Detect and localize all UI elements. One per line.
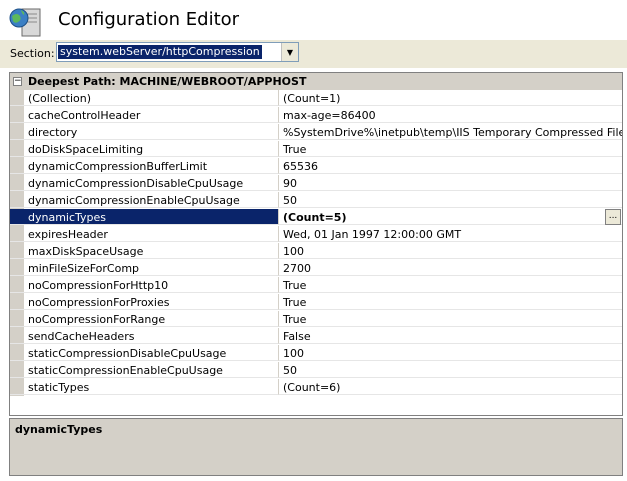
property-value[interactable]: 100 (279, 345, 622, 361)
property-name[interactable]: cacheControlHeader (10, 107, 279, 123)
property-rows: (Collection) (Count=1) cacheControlHeader m… (10, 90, 622, 396)
property-row[interactable]: directory %SystemDrive%\inetpub\temp\IIS … (10, 124, 622, 141)
property-value[interactable]: (Count=6) (279, 379, 622, 395)
property-row[interactable]: dynamicCompressionDisableCpuUsage 90 (10, 175, 622, 192)
property-name[interactable]: staticCompressionDisableCpuUsage (10, 345, 279, 361)
property-value[interactable]: True (279, 294, 622, 310)
iis-globe-server-icon (9, 8, 41, 37)
section-dropdown[interactable]: system.webServer/httpCompression ▼ (56, 42, 299, 62)
property-value[interactable]: False (279, 328, 622, 344)
property-value[interactable]: 2700 (279, 260, 622, 276)
property-row[interactable]: minFileSizeForComp 2700 (10, 260, 622, 277)
property-name[interactable]: directory (10, 124, 279, 140)
property-name[interactable]: minFileSizeForComp (10, 260, 279, 276)
property-row[interactable]: staticCompressionEnableCpuUsage 50 (10, 362, 622, 379)
header: Configuration Editor (0, 0, 627, 40)
property-row[interactable]: staticTypes (Count=6) (10, 379, 622, 396)
property-value[interactable]: True (279, 311, 622, 327)
property-value[interactable]: Wed, 01 Jan 1997 12:00:00 GMT (279, 226, 622, 242)
property-row[interactable]: dynamicTypes (Count=5)... (10, 209, 622, 226)
property-name[interactable]: noCompressionForHttp10 (10, 277, 279, 293)
property-value[interactable]: 50 (279, 192, 622, 208)
property-value[interactable]: True (279, 277, 622, 293)
property-name[interactable]: staticCompressionEnableCpuUsage (10, 362, 279, 378)
property-value[interactable]: True (279, 141, 622, 157)
property-row[interactable]: noCompressionForProxies True (10, 294, 622, 311)
chevron-down-icon[interactable]: ▼ (281, 43, 298, 61)
property-name[interactable]: sendCacheHeaders (10, 328, 279, 344)
property-value[interactable]: 90 (279, 175, 622, 191)
property-name[interactable]: dynamicTypes (10, 209, 279, 225)
property-row[interactable]: expiresHeader Wed, 01 Jan 1997 12:00:00 G… (10, 226, 622, 243)
ellipsis-button[interactable]: ... (605, 209, 621, 225)
property-value[interactable]: %SystemDrive%\inetpub\temp\IIS Temporary… (279, 124, 622, 140)
property-row[interactable]: cacheControlHeader max-age=86400 (10, 107, 622, 124)
property-name[interactable]: dynamicCompressionDisableCpuUsage (10, 175, 279, 191)
property-row[interactable]: staticCompressionDisableCpuUsage 100 (10, 345, 622, 362)
property-name[interactable]: (Collection) (10, 90, 279, 106)
property-value[interactable]: 50 (279, 362, 622, 378)
property-row[interactable]: dynamicCompressionBufferLimit 65536 (10, 158, 622, 175)
property-grid: − Deepest Path: MACHINE/WEBROOT/APPHOST … (9, 72, 623, 416)
property-value[interactable]: 100 (279, 243, 622, 259)
property-row[interactable]: dynamicCompressionEnableCpuUsage 50 (10, 192, 622, 209)
property-row[interactable]: doDiskSpaceLimiting True (10, 141, 622, 158)
property-name[interactable]: dynamicCompressionEnableCpuUsage (10, 192, 279, 208)
property-row[interactable]: sendCacheHeaders False (10, 328, 622, 345)
property-value[interactable]: 65536 (279, 158, 622, 174)
property-row[interactable]: maxDiskSpaceUsage 100 (10, 243, 622, 260)
collapse-icon[interactable]: − (13, 77, 22, 86)
property-name[interactable]: doDiskSpaceLimiting (10, 141, 279, 157)
property-name[interactable]: staticTypes (10, 379, 279, 395)
property-name[interactable]: expiresHeader (10, 226, 279, 242)
property-row[interactable]: noCompressionForRange True (10, 311, 622, 328)
property-name[interactable]: dynamicCompressionBufferLimit (10, 158, 279, 174)
property-value[interactable]: (Count=5) (279, 209, 622, 225)
grid-category-header: − Deepest Path: MACHINE/WEBROOT/APPHOST (10, 73, 622, 90)
description-title: dynamicTypes (15, 423, 103, 436)
property-row[interactable]: noCompressionForHttp10 True (10, 277, 622, 294)
property-row[interactable]: (Collection) (Count=1) (10, 90, 622, 107)
section-label: Section: (10, 47, 55, 60)
property-name[interactable]: noCompressionForRange (10, 311, 279, 327)
deepest-path-label: Deepest Path: MACHINE/WEBROOT/APPHOST (28, 75, 307, 88)
section-value: system.webServer/httpCompression (58, 45, 262, 59)
property-value[interactable]: max-age=86400 (279, 107, 622, 123)
description-panel: dynamicTypes (9, 418, 623, 476)
page-title: Configuration Editor (58, 9, 240, 30)
property-value[interactable]: (Count=1) (279, 90, 622, 106)
property-name[interactable]: maxDiskSpaceUsage (10, 243, 279, 259)
property-name[interactable]: noCompressionForProxies (10, 294, 279, 310)
